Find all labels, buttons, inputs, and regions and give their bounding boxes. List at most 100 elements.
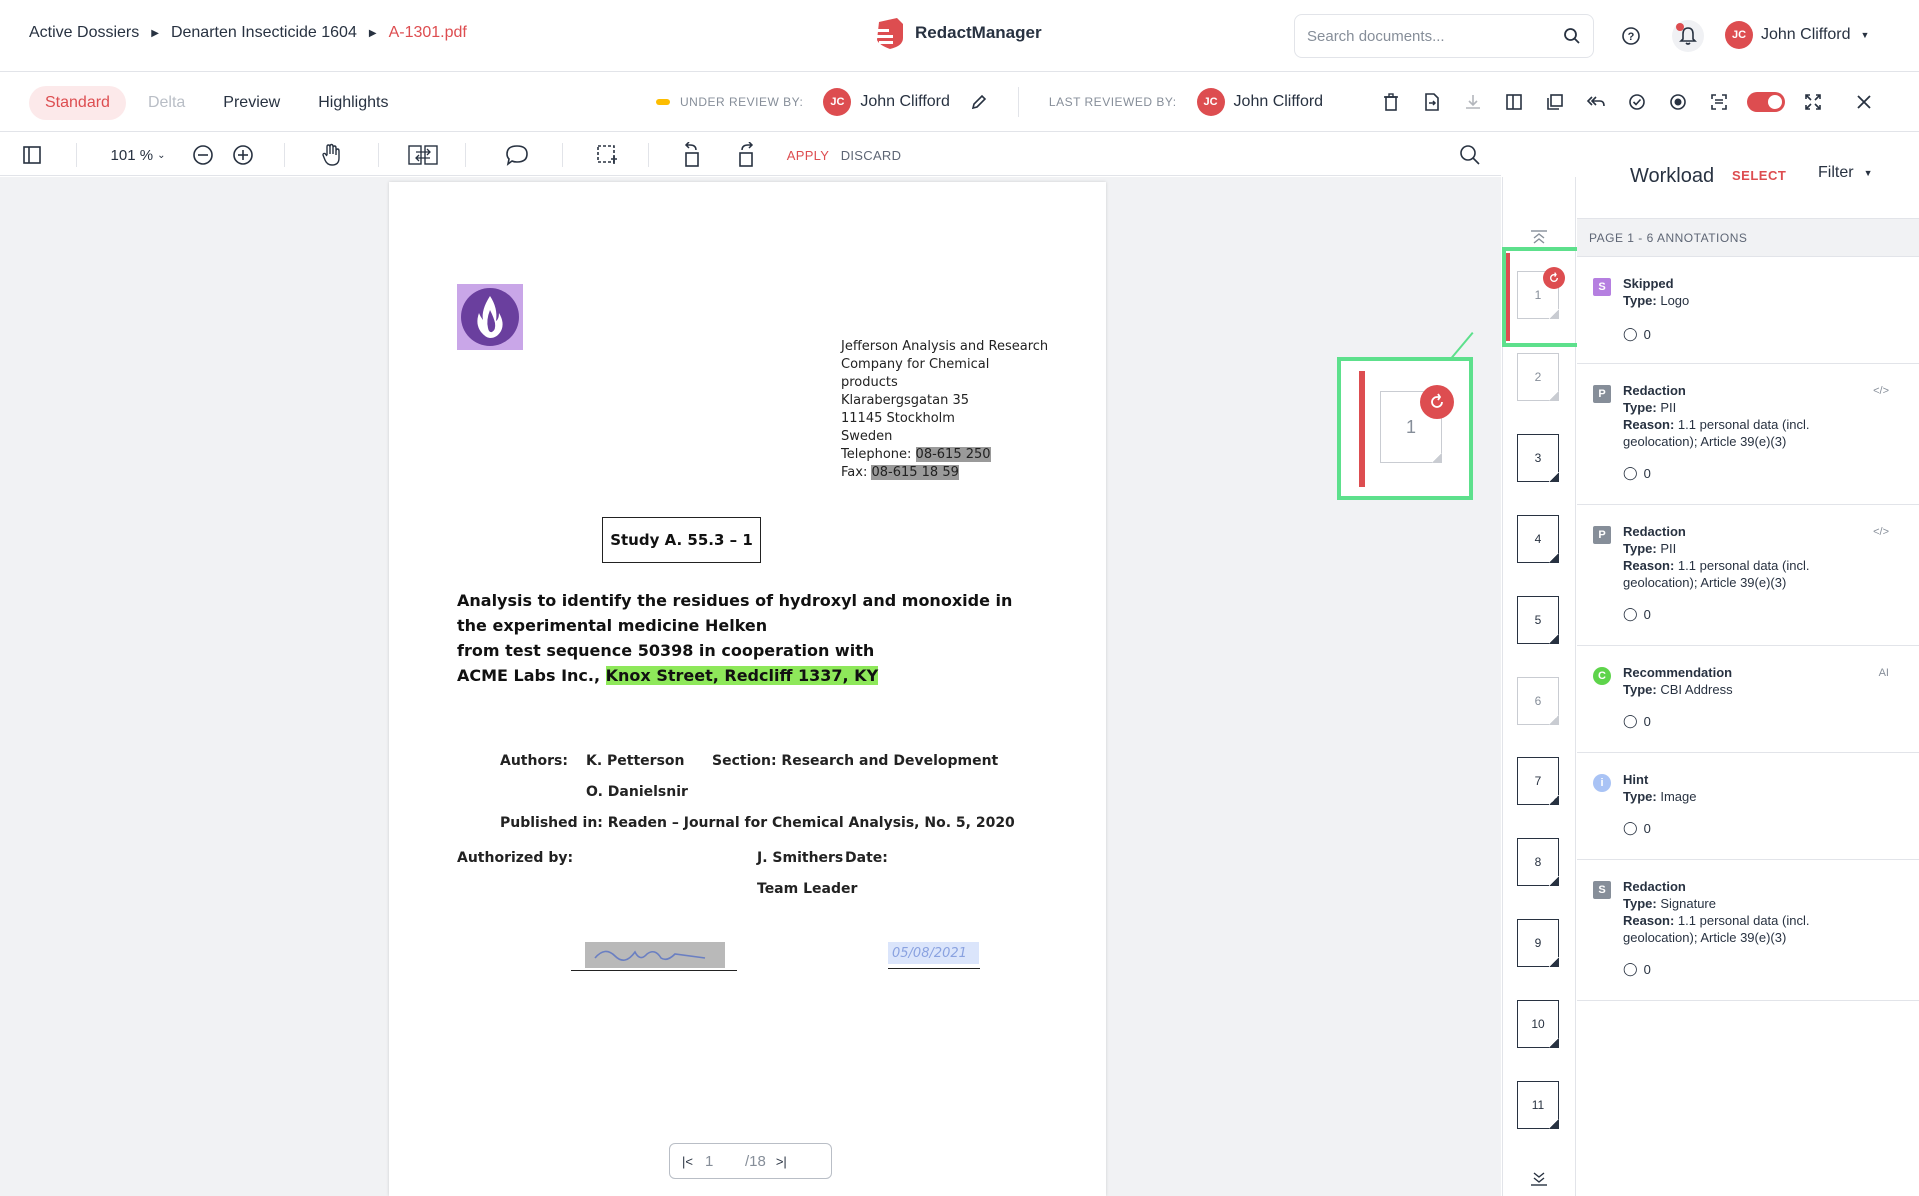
comments-count[interactable]: ◯ 0	[1623, 820, 1651, 836]
discard-button[interactable]: DISCARD	[840, 141, 902, 169]
thumbnail-page[interactable]: 2	[1517, 353, 1559, 401]
apply-button[interactable]: APPLY	[786, 141, 830, 169]
annotation-card[interactable]: S Redaction Type: Signature Reason: 1.1 …	[1577, 861, 1919, 1001]
tab-delta[interactable]: Delta	[132, 86, 201, 120]
signature-redaction[interactable]	[585, 942, 725, 968]
top-header: Active Dossiers ▶ Denarten Insecticide 1…	[0, 0, 1919, 72]
search-icon[interactable]	[1563, 27, 1581, 45]
annotation-card[interactable]: P Redaction Type: PII Reason: 1.1 person…	[1577, 506, 1919, 646]
fullscreen-icon[interactable]	[1800, 89, 1826, 115]
undo-all-icon[interactable]	[1583, 89, 1609, 115]
copy-pages-icon[interactable]	[1542, 89, 1568, 115]
app-brand[interactable]: RedactManager	[873, 16, 1042, 50]
reviewer-name[interactable]: John Clifford	[860, 93, 950, 111]
title-line: the experimental medicine Helken	[457, 616, 768, 635]
close-icon[interactable]	[1851, 89, 1877, 115]
breadcrumb-item-file[interactable]: A-1301.pdf	[389, 24, 467, 42]
breadcrumb-item-dossiers[interactable]: Active Dossiers	[29, 24, 139, 42]
sidebar-toggle-icon[interactable]	[18, 141, 46, 169]
thumbnail-page[interactable]: 4	[1517, 515, 1559, 563]
breadcrumb-item-dossier[interactable]: Denarten Insecticide 1604	[171, 24, 357, 42]
tab-highlights[interactable]: Highlights	[302, 86, 404, 120]
page-annotations-header: PAGE 1 - 6 ANNOTATIONS	[1577, 219, 1919, 257]
zoom-level-select[interactable]: 101 % ⌄	[108, 141, 168, 169]
thumbnail-page[interactable]: 11	[1517, 1081, 1559, 1129]
ocr-scan-icon[interactable]	[1706, 89, 1732, 115]
annotation-marker-bar	[1506, 253, 1510, 341]
annotation-type: Type: CBI Address	[1623, 682, 1733, 697]
comments-count[interactable]: ◯ 0	[1623, 326, 1651, 342]
zoom-value: 101 %	[110, 146, 154, 164]
select-button[interactable]: SELECT	[1732, 168, 1786, 183]
avatar: JC	[1725, 21, 1753, 49]
search-icon[interactable]	[1456, 141, 1484, 169]
thumbnail-page[interactable]: 5	[1517, 596, 1559, 644]
compare-pages-icon[interactable]	[407, 141, 439, 169]
thumbnail-page[interactable]: 9	[1517, 919, 1559, 967]
search-box[interactable]	[1294, 14, 1594, 58]
comment-icon: ◯	[1623, 713, 1638, 728]
page-thumbnails: 1 2 3 4 5 6 7 8 9 10 11	[1502, 177, 1597, 1196]
title-line: Analysis to identify the residues of hyd…	[457, 591, 1013, 610]
document-viewer[interactable]: Jefferson Analysis and Research Company …	[0, 177, 1501, 1196]
published-text: Published in: Readen – Journal for Chemi…	[500, 815, 1015, 831]
split-view-icon[interactable]	[1501, 89, 1527, 115]
filter-dropdown[interactable]: Filter ▼	[1818, 164, 1872, 182]
download-icon[interactable]	[1460, 89, 1486, 115]
comment-icon: ◯	[1623, 606, 1638, 621]
first-page-icon[interactable]: |<	[682, 1154, 693, 1169]
tab-standard[interactable]: Standard	[29, 86, 126, 120]
edit-pencil-icon[interactable]	[970, 93, 988, 111]
thumbnail-page[interactable]: 6	[1517, 677, 1559, 725]
annotation-card[interactable]: P Redaction Type: PII Reason: 1.1 person…	[1577, 365, 1919, 505]
record-icon[interactable]	[1665, 89, 1691, 115]
rotate-left-icon[interactable]	[678, 141, 706, 169]
rotate-right-icon[interactable]	[732, 141, 760, 169]
date-hint-highlight[interactable]: 05/08/2021	[888, 942, 979, 964]
delete-icon[interactable]	[1378, 89, 1404, 115]
pdf-page[interactable]: Jefferson Analysis and Research Company …	[389, 182, 1106, 1196]
telephone-label: Telephone:	[841, 447, 912, 462]
notifications-bell-icon[interactable]	[1672, 20, 1704, 52]
thumbnail-page[interactable]: 10	[1517, 1000, 1559, 1048]
sender-address: Jefferson Analysis and Research Company …	[841, 338, 1048, 482]
last-page-icon[interactable]: >|	[776, 1154, 787, 1169]
telephone-redaction[interactable]: 08-615 250	[915, 447, 991, 462]
user-menu[interactable]: JC John Clifford ▼	[1725, 21, 1869, 49]
comments-count[interactable]: ◯ 0	[1623, 961, 1651, 977]
comments-count[interactable]: ◯ 0	[1623, 465, 1651, 481]
tab-preview[interactable]: Preview	[207, 86, 296, 120]
scroll-to-top-icon[interactable]	[1530, 230, 1548, 247]
zoom-out-icon[interactable]	[189, 141, 217, 169]
divider	[465, 143, 466, 167]
thumbnail-page[interactable]: 8	[1517, 838, 1559, 886]
reanalyse-icon	[1420, 385, 1454, 419]
annotation-reason: Reason: 1.1 personal data (incl. geoloca…	[1623, 558, 1810, 590]
pan-hand-icon[interactable]	[317, 141, 345, 169]
company-logo-flame-icon[interactable]	[457, 284, 523, 350]
thumbnail-page[interactable]: 3	[1517, 434, 1559, 482]
comment-icon: ◯	[1623, 961, 1638, 976]
annotation-type: Type: Signature	[1623, 896, 1716, 911]
zoom-in-icon[interactable]	[229, 141, 257, 169]
annotation-card[interactable]: S Skipped Type: Logo ◯ 0	[1577, 258, 1919, 364]
comment-icon[interactable]	[503, 141, 531, 169]
comments-count[interactable]: ◯ 0	[1623, 606, 1651, 622]
address-recommendation-highlight[interactable]: Knox Street, Redcliff 1337, KY	[605, 666, 879, 685]
comments-count[interactable]: ◯ 0	[1623, 713, 1651, 729]
redaction-toggle[interactable]	[1747, 89, 1785, 115]
annotation-card[interactable]: C Recommendation Type: CBI Address AI ◯ 0	[1577, 647, 1919, 753]
scroll-to-bottom-icon[interactable]	[1530, 1172, 1548, 1189]
thumbnail-page[interactable]: 7	[1517, 757, 1559, 805]
export-file-icon[interactable]	[1419, 89, 1445, 115]
search-input[interactable]	[1307, 27, 1563, 45]
annotation-card[interactable]: i Hint Type: Image ◯ 0	[1577, 754, 1919, 860]
redact-logo-icon	[873, 18, 903, 49]
page-number-input[interactable]: 1	[705, 1153, 745, 1170]
brand-name: RedactManager	[915, 23, 1042, 42]
approve-check-icon[interactable]	[1624, 89, 1650, 115]
select-area-icon[interactable]	[593, 141, 621, 169]
help-icon[interactable]: ?	[1615, 20, 1647, 52]
authors-label: Authors:	[500, 753, 568, 769]
fax-redaction[interactable]: 08-615 18 59	[871, 465, 959, 480]
